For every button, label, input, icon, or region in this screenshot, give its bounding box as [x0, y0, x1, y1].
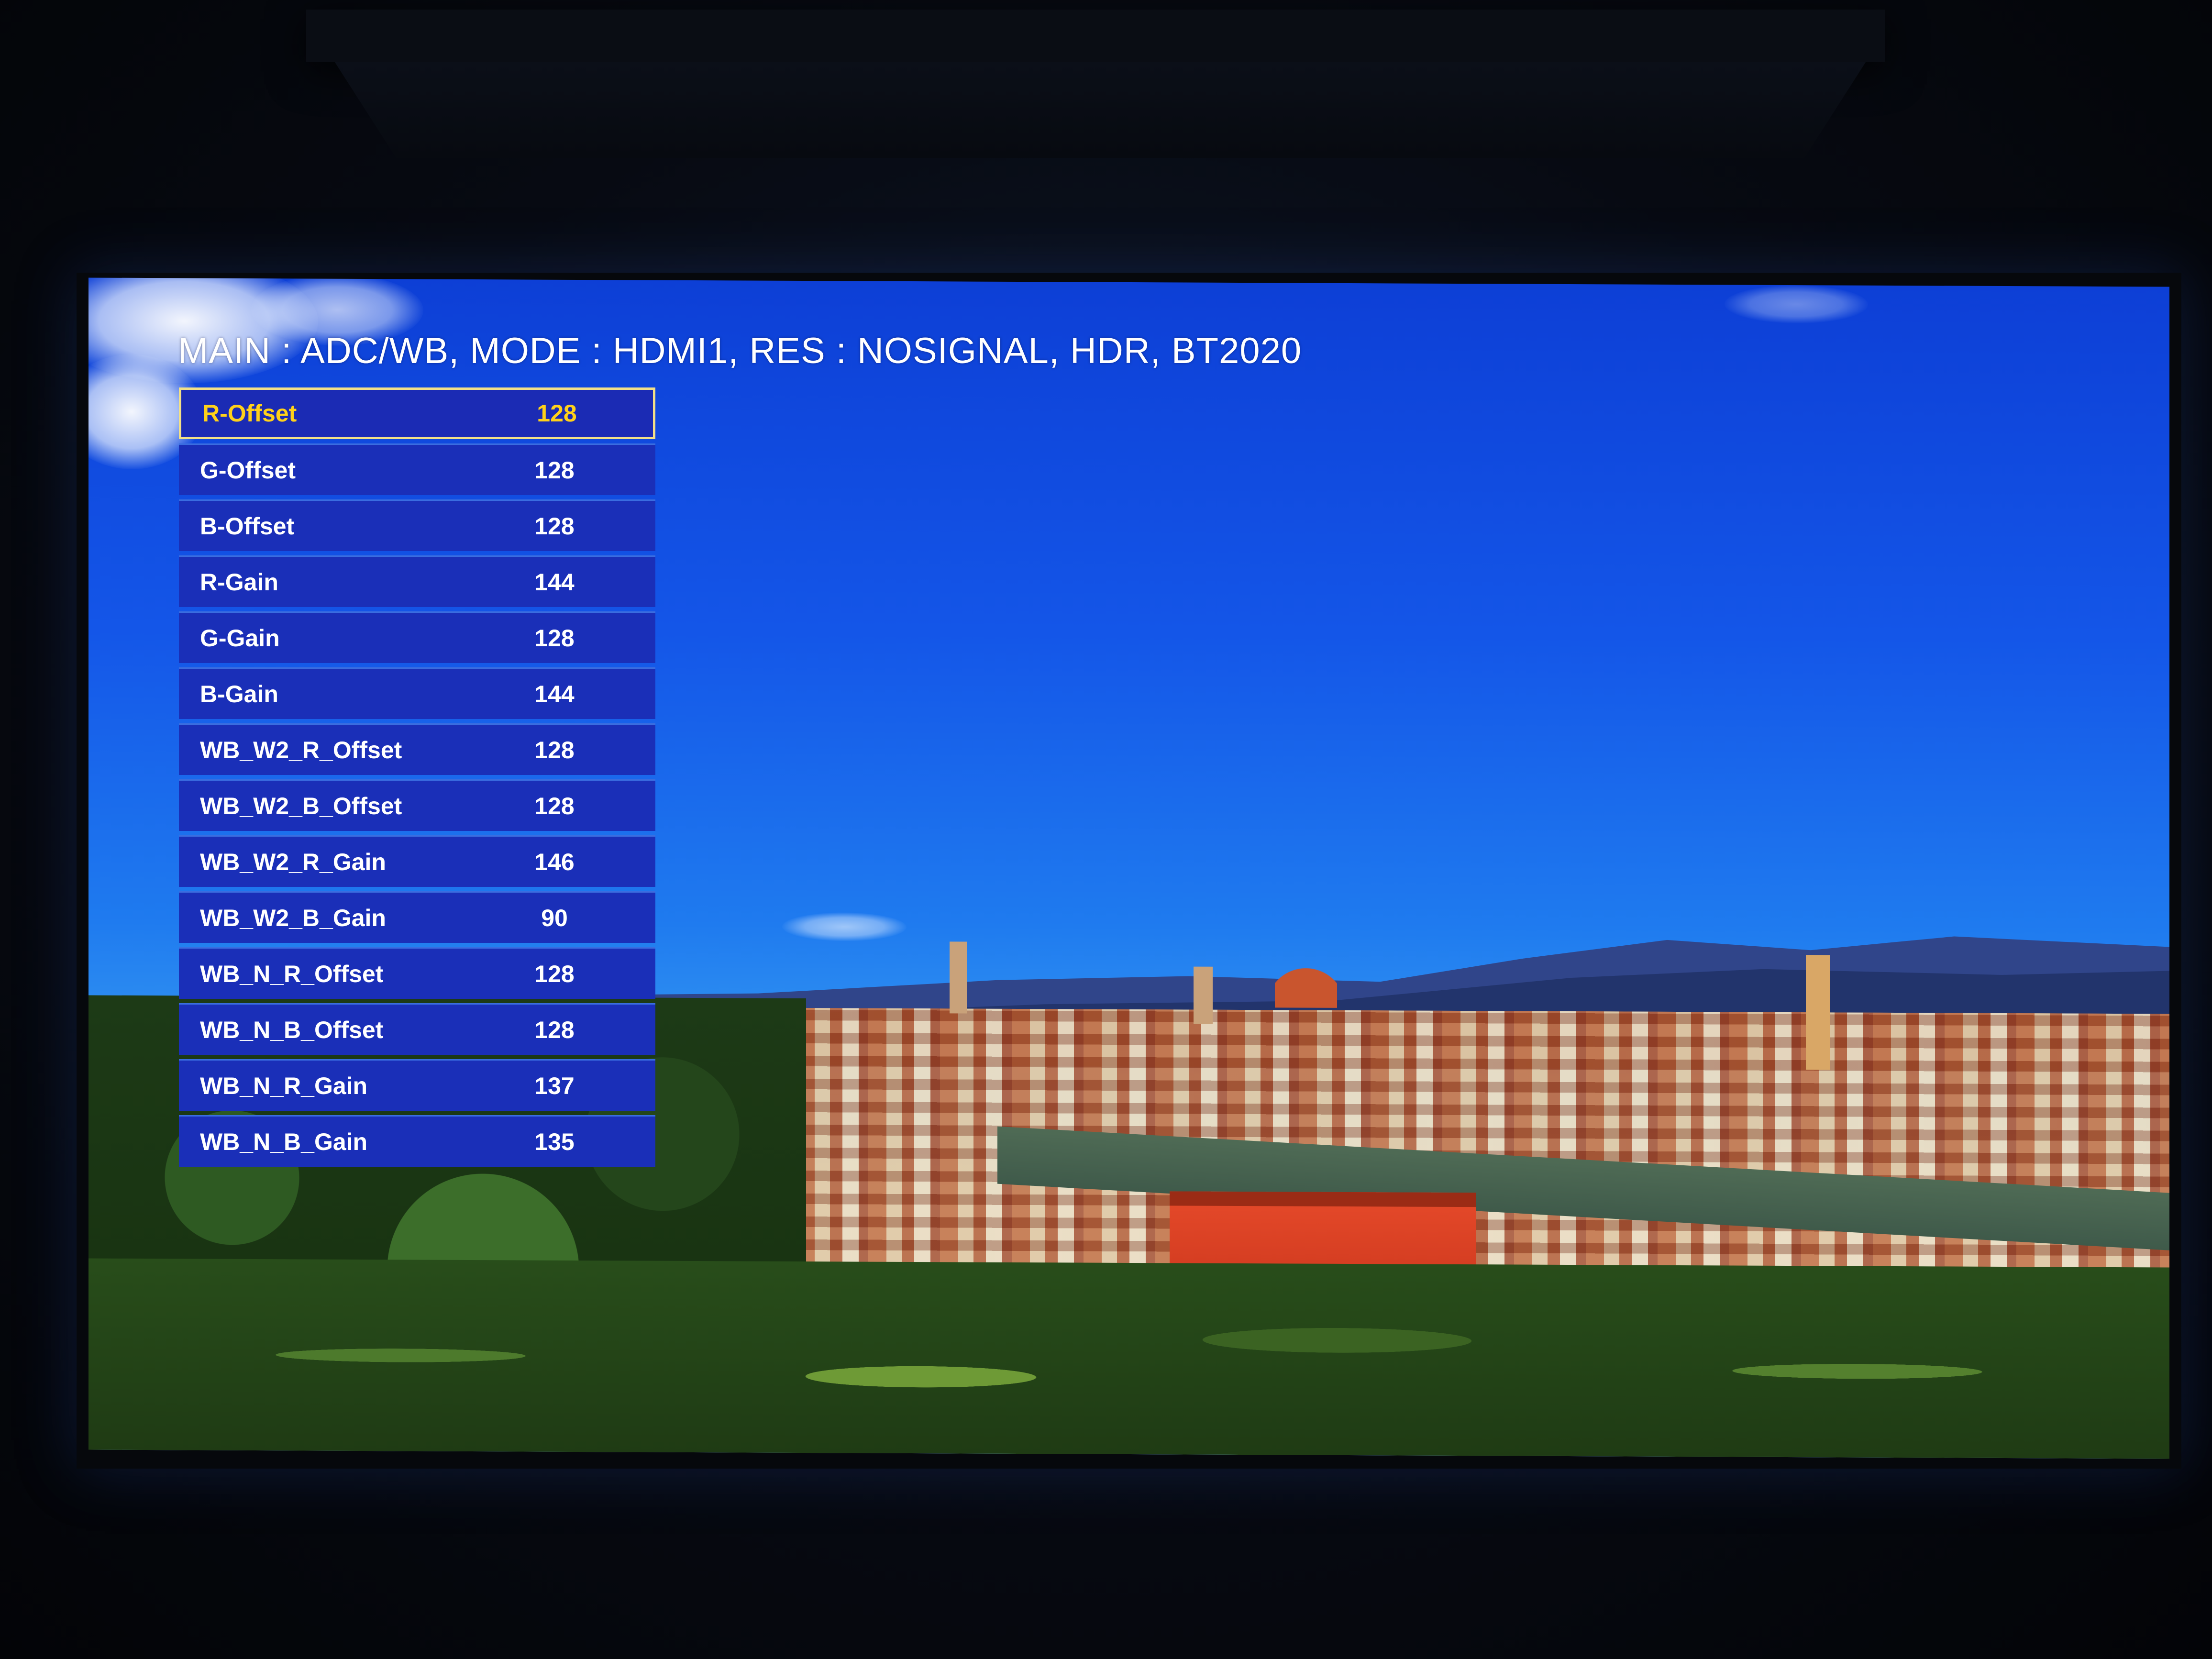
menu-item-label: WB_N_R_Gain: [200, 1072, 368, 1099]
menu-item-label: R-Offset: [202, 400, 297, 427]
menu-item-wb-w2-r-gain[interactable]: WB_W2_R_Gain 146: [179, 835, 655, 887]
menu-item-value: 137: [534, 1072, 575, 1099]
menu-item-value: 90: [541, 904, 568, 931]
menu-item-label: WB_W2_R_Offset: [200, 736, 402, 763]
campanile: [1194, 966, 1213, 1024]
menu-item-value: 128: [534, 456, 575, 484]
menu-item-label: G-Offset: [200, 456, 296, 484]
menu-item-label: WB_W2_B_Offset: [200, 792, 402, 819]
menu-item-wb-w2-r-offset[interactable]: WB_W2_R_Offset 128: [179, 723, 655, 775]
menu-item-value: 128: [534, 624, 575, 652]
osd-status-title: MAIN : ADC/WB, MODE : HDMI1, RES : NOSIG…: [178, 331, 1302, 371]
menu-item-value: 128: [534, 512, 575, 540]
menu-item-value: 144: [534, 680, 575, 708]
ceiling-shelf: [306, 10, 1885, 62]
menu-item-value: 135: [534, 1128, 575, 1155]
menu-item-g-gain[interactable]: G-Gain 128: [179, 611, 655, 663]
menu-item-label: WB_N_B_Offset: [200, 1016, 384, 1043]
menu-item-b-offset[interactable]: B-Offset 128: [179, 499, 655, 551]
shelf-shadow: [335, 62, 1866, 158]
menu-item-wb-n-r-gain[interactable]: WB_N_R_Gain 137: [179, 1059, 655, 1111]
cathedral-dome: [1275, 950, 1337, 1008]
menu-item-value: 128: [534, 1016, 575, 1043]
menu-item-wb-n-b-gain[interactable]: WB_N_B_Gain 135: [179, 1115, 655, 1167]
menu-item-wb-w2-b-gain[interactable]: WB_W2_B_Gain 90: [179, 891, 655, 943]
menu-item-label: B-Offset: [200, 512, 295, 540]
bell-tower: [950, 941, 967, 1014]
menu-item-r-offset[interactable]: R-Offset 128: [179, 387, 655, 439]
menu-item-value: 128: [534, 736, 575, 763]
menu-item-value: 128: [537, 400, 577, 427]
menu-item-label: WB_W2_R_Gain: [200, 848, 386, 875]
menu-item-label: WB_W2_B_Gain: [200, 904, 386, 931]
cloud: [1725, 285, 1868, 324]
menu-item-label: B-Gain: [200, 680, 278, 708]
church-spire: [1806, 955, 1830, 1070]
menu-item-value: 146: [534, 848, 575, 875]
menu-item-label: WB_N_B_Gain: [200, 1128, 368, 1155]
menu-item-b-gain[interactable]: B-Gain 144: [179, 667, 655, 719]
menu-item-value: 128: [534, 792, 575, 819]
menu-item-wb-n-r-offset[interactable]: WB_N_R_Offset 128: [179, 947, 655, 999]
menu-item-value: 144: [534, 568, 575, 596]
menu-item-value: 128: [534, 960, 575, 987]
menu-item-wb-w2-b-offset[interactable]: WB_W2_B_Offset 128: [179, 779, 655, 831]
menu-item-wb-n-b-offset[interactable]: WB_N_B_Offset 128: [179, 1003, 655, 1055]
adc-wb-menu: R-Offset 128 G-Offset 128 B-Offset 128 R…: [179, 387, 655, 1171]
trees-foreground: [88, 1258, 2169, 1459]
menu-item-g-offset[interactable]: G-Offset 128: [179, 443, 655, 495]
menu-item-label: R-Gain: [200, 568, 278, 596]
menu-item-label: WB_N_R_Offset: [200, 960, 384, 987]
menu-item-label: G-Gain: [200, 624, 280, 652]
menu-item-r-gain[interactable]: R-Gain 144: [179, 555, 655, 607]
